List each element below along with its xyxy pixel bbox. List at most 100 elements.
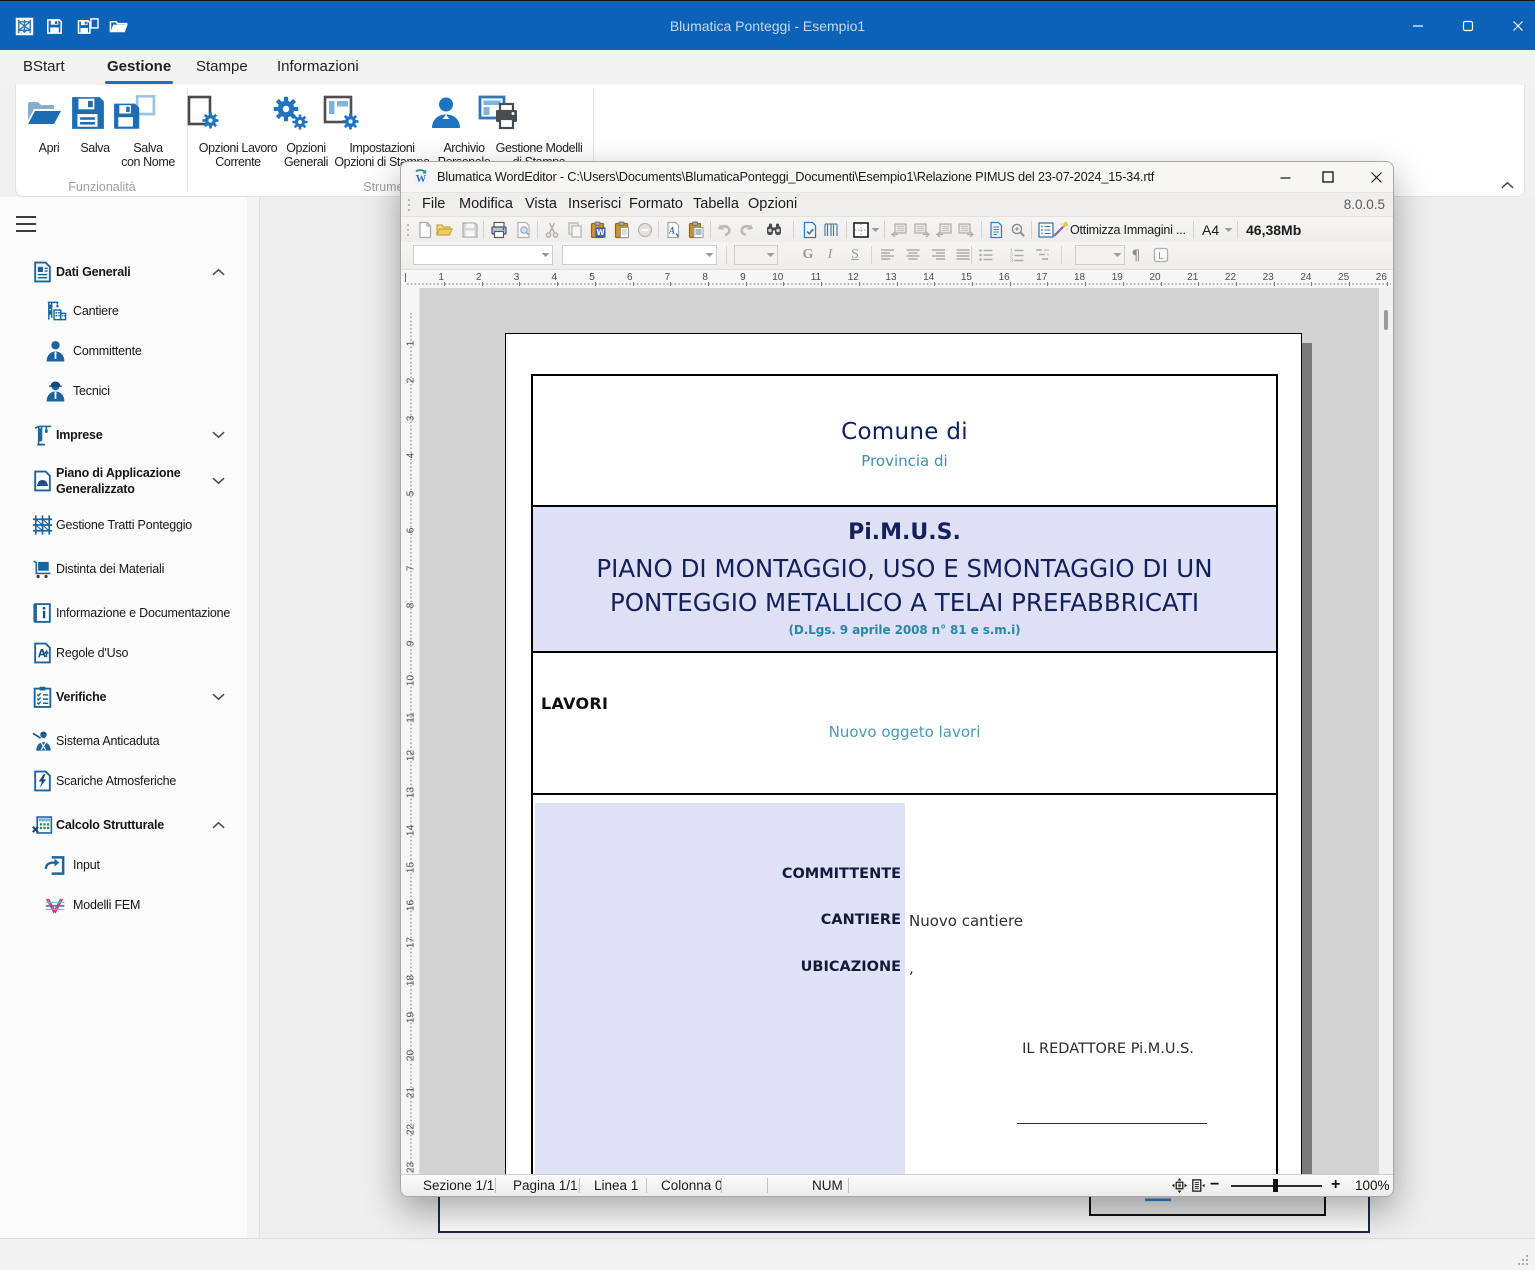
menu-opzioni[interactable]: Opzioni [748, 193, 797, 217]
zoom-document-icon[interactable] [1009, 221, 1027, 239]
wordeditor-minimize-button[interactable] [1265, 162, 1305, 192]
sidebar-item-calcolo-strutturale[interactable]: Calcolo Strutturale [0, 813, 247, 837]
ribbon-button-gestione-modelli[interactable]: Gestione Modellidi Stampa [477, 95, 601, 169]
scrollbar-thumb[interactable] [1384, 310, 1388, 330]
bold-button[interactable]: G [799, 246, 817, 264]
sidebar-item-scariche-atmosferiche[interactable]: Scariche Atmosferiche [0, 769, 247, 793]
font-size-combobox[interactable] [734, 245, 778, 265]
chevron-down-icon[interactable] [212, 693, 225, 701]
sidebar-item-informazione-documentazione[interactable]: Informazione e Documentazione [0, 601, 247, 625]
sidebar-item-sistema-anticaduta[interactable]: Sistema Anticaduta [0, 729, 247, 753]
sidebar-item-distinta-materiali[interactable]: Distinta dei Materiali [0, 557, 247, 581]
chevron-up-icon[interactable] [212, 268, 225, 276]
pan-mode-icon[interactable] [1172, 1178, 1187, 1193]
paste-icon[interactable] [613, 221, 631, 239]
zoom-in-button[interactable]: + [1331, 1175, 1340, 1197]
undo-icon[interactable] [715, 221, 733, 239]
menu-file[interactable]: File [422, 193, 445, 217]
paragraph-marks-icon[interactable] [1127, 246, 1145, 264]
format-painter-icon[interactable] [664, 221, 682, 239]
document-scrollbar[interactable] [1379, 288, 1393, 1174]
table-align-2-icon[interactable] [913, 221, 931, 239]
tab-gestione[interactable]: Gestione [107, 50, 171, 85]
table-align-3-icon[interactable] [935, 221, 953, 239]
sidebar-item-tecnici[interactable]: Tecnici [0, 379, 247, 403]
columns-icon[interactable] [822, 221, 840, 239]
ribbon-button-impostazioni-stampa[interactable]: ImpostazioniOpzioni di Stampa [320, 95, 444, 169]
resize-grip[interactable] [1515, 1252, 1529, 1266]
sidebar-item-gestione-tratti-ponteggio[interactable]: Gestione Tratti Ponteggio [0, 513, 247, 537]
sidebar-item-dati-generali[interactable]: Dati Generali [0, 260, 247, 284]
align-left-icon[interactable] [879, 246, 897, 264]
font-combobox[interactable] [562, 245, 717, 265]
new-document-icon[interactable] [416, 221, 434, 239]
chevron-down-icon[interactable] [212, 431, 225, 439]
table-borders-icon[interactable] [852, 221, 870, 239]
zoom-out-button[interactable]: − [1210, 1175, 1219, 1197]
copy-icon[interactable] [566, 221, 584, 239]
app-maximize-button[interactable] [1445, 11, 1491, 41]
table-align-4-icon[interactable] [957, 221, 975, 239]
zoom-combobox[interactable] [1075, 245, 1125, 265]
align-center-icon[interactable] [904, 246, 922, 264]
bullet-list-icon[interactable] [977, 246, 995, 264]
align-justify-icon[interactable] [954, 246, 972, 264]
find-icon[interactable] [765, 221, 783, 239]
save-file-icon[interactable] [461, 221, 479, 239]
hamburger-menu-icon[interactable] [15, 215, 37, 233]
chevron-down-icon[interactable] [212, 477, 225, 485]
menu-tabella[interactable]: Tabella [693, 193, 739, 217]
open-file-icon[interactable] [435, 221, 453, 239]
remove-icon[interactable] [636, 221, 654, 239]
menu-vista[interactable]: Vista [525, 193, 557, 217]
combo-dropdown-icon[interactable] [766, 252, 775, 258]
ribbon-button-salva-con-nome[interactable]: Salvacon Nome [112, 95, 184, 169]
wordeditor-maximize-button[interactable] [1308, 162, 1348, 192]
sidebar-item-input[interactable]: Input [0, 853, 247, 877]
spellcheck-icon[interactable] [801, 221, 819, 239]
table-align-1-icon[interactable] [890, 221, 908, 239]
zoom-slider-handle[interactable] [1273, 1179, 1278, 1192]
combo-dropdown-icon[interactable] [541, 252, 550, 258]
print-icon[interactable] [490, 221, 508, 239]
style-combobox[interactable] [413, 245, 553, 265]
ribbon-button-apri[interactable]: Apri [24, 95, 74, 156]
combo-dropdown-icon[interactable] [705, 252, 714, 258]
wordeditor-close-button[interactable] [1356, 162, 1394, 192]
chevron-up-icon[interactable] [212, 821, 225, 829]
tab-stampe[interactable]: Stampe [196, 50, 248, 85]
layout-box-icon[interactable] [1152, 246, 1170, 264]
sidebar-item-piano-applicazione[interactable]: Piano di ApplicazioneGeneralizzato [0, 463, 247, 499]
sidebar-item-imprese[interactable]: Imprese [0, 423, 247, 447]
sidebar-item-regole-duso[interactable]: Regole d'Uso [0, 641, 247, 665]
app-close-button[interactable] [1495, 11, 1535, 41]
document-page[interactable]: Comune di Provincia di Pi.M.U.S. PIANO D… [505, 333, 1302, 1174]
wordeditor-titlebar[interactable]: Blumatica WordEditor - C:\Users\Document… [401, 162, 1393, 192]
menu-formato[interactable]: Formato [629, 193, 683, 217]
cut-icon[interactable] [543, 221, 561, 239]
italic-button[interactable]: I [821, 246, 839, 264]
print-preview-icon[interactable] [515, 221, 533, 239]
menu-inserisci[interactable]: Inserisci [568, 193, 621, 217]
numbered-list-icon[interactable] [1008, 246, 1026, 264]
ribbon-collapse-chevron-icon[interactable] [1494, 175, 1520, 195]
align-right-icon[interactable] [929, 246, 947, 264]
sidebar-item-verifiche[interactable]: Verifiche [0, 685, 247, 709]
sidebar-item-modelli-fem[interactable]: Modelli FEM [0, 893, 247, 917]
sidebar-item-committente[interactable]: Committente [0, 339, 247, 363]
paste-word-icon[interactable] [589, 221, 607, 239]
sidebar-item-cantiere[interactable]: Cantiere [0, 299, 247, 323]
app-minimize-button[interactable] [1395, 11, 1441, 41]
document-map-icon[interactable] [987, 221, 1005, 239]
page-mode-icon[interactable] [1190, 1178, 1205, 1193]
underline-button[interactable]: S [846, 246, 864, 264]
combo-dropdown-icon[interactable] [1113, 252, 1122, 258]
multilevel-list-icon[interactable] [1034, 246, 1052, 264]
optimize-wand-icon[interactable] [1051, 221, 1069, 239]
paper-size-select[interactable]: A4 [1202, 221, 1219, 239]
menu-modifica[interactable]: Modifica [459, 193, 513, 217]
paste-special-icon[interactable] [687, 221, 705, 239]
optimize-images-button[interactable]: Ottimizza Immagini ... [1070, 221, 1186, 239]
tab-informazioni[interactable]: Informazioni [277, 50, 359, 85]
redo-icon[interactable] [738, 221, 756, 239]
